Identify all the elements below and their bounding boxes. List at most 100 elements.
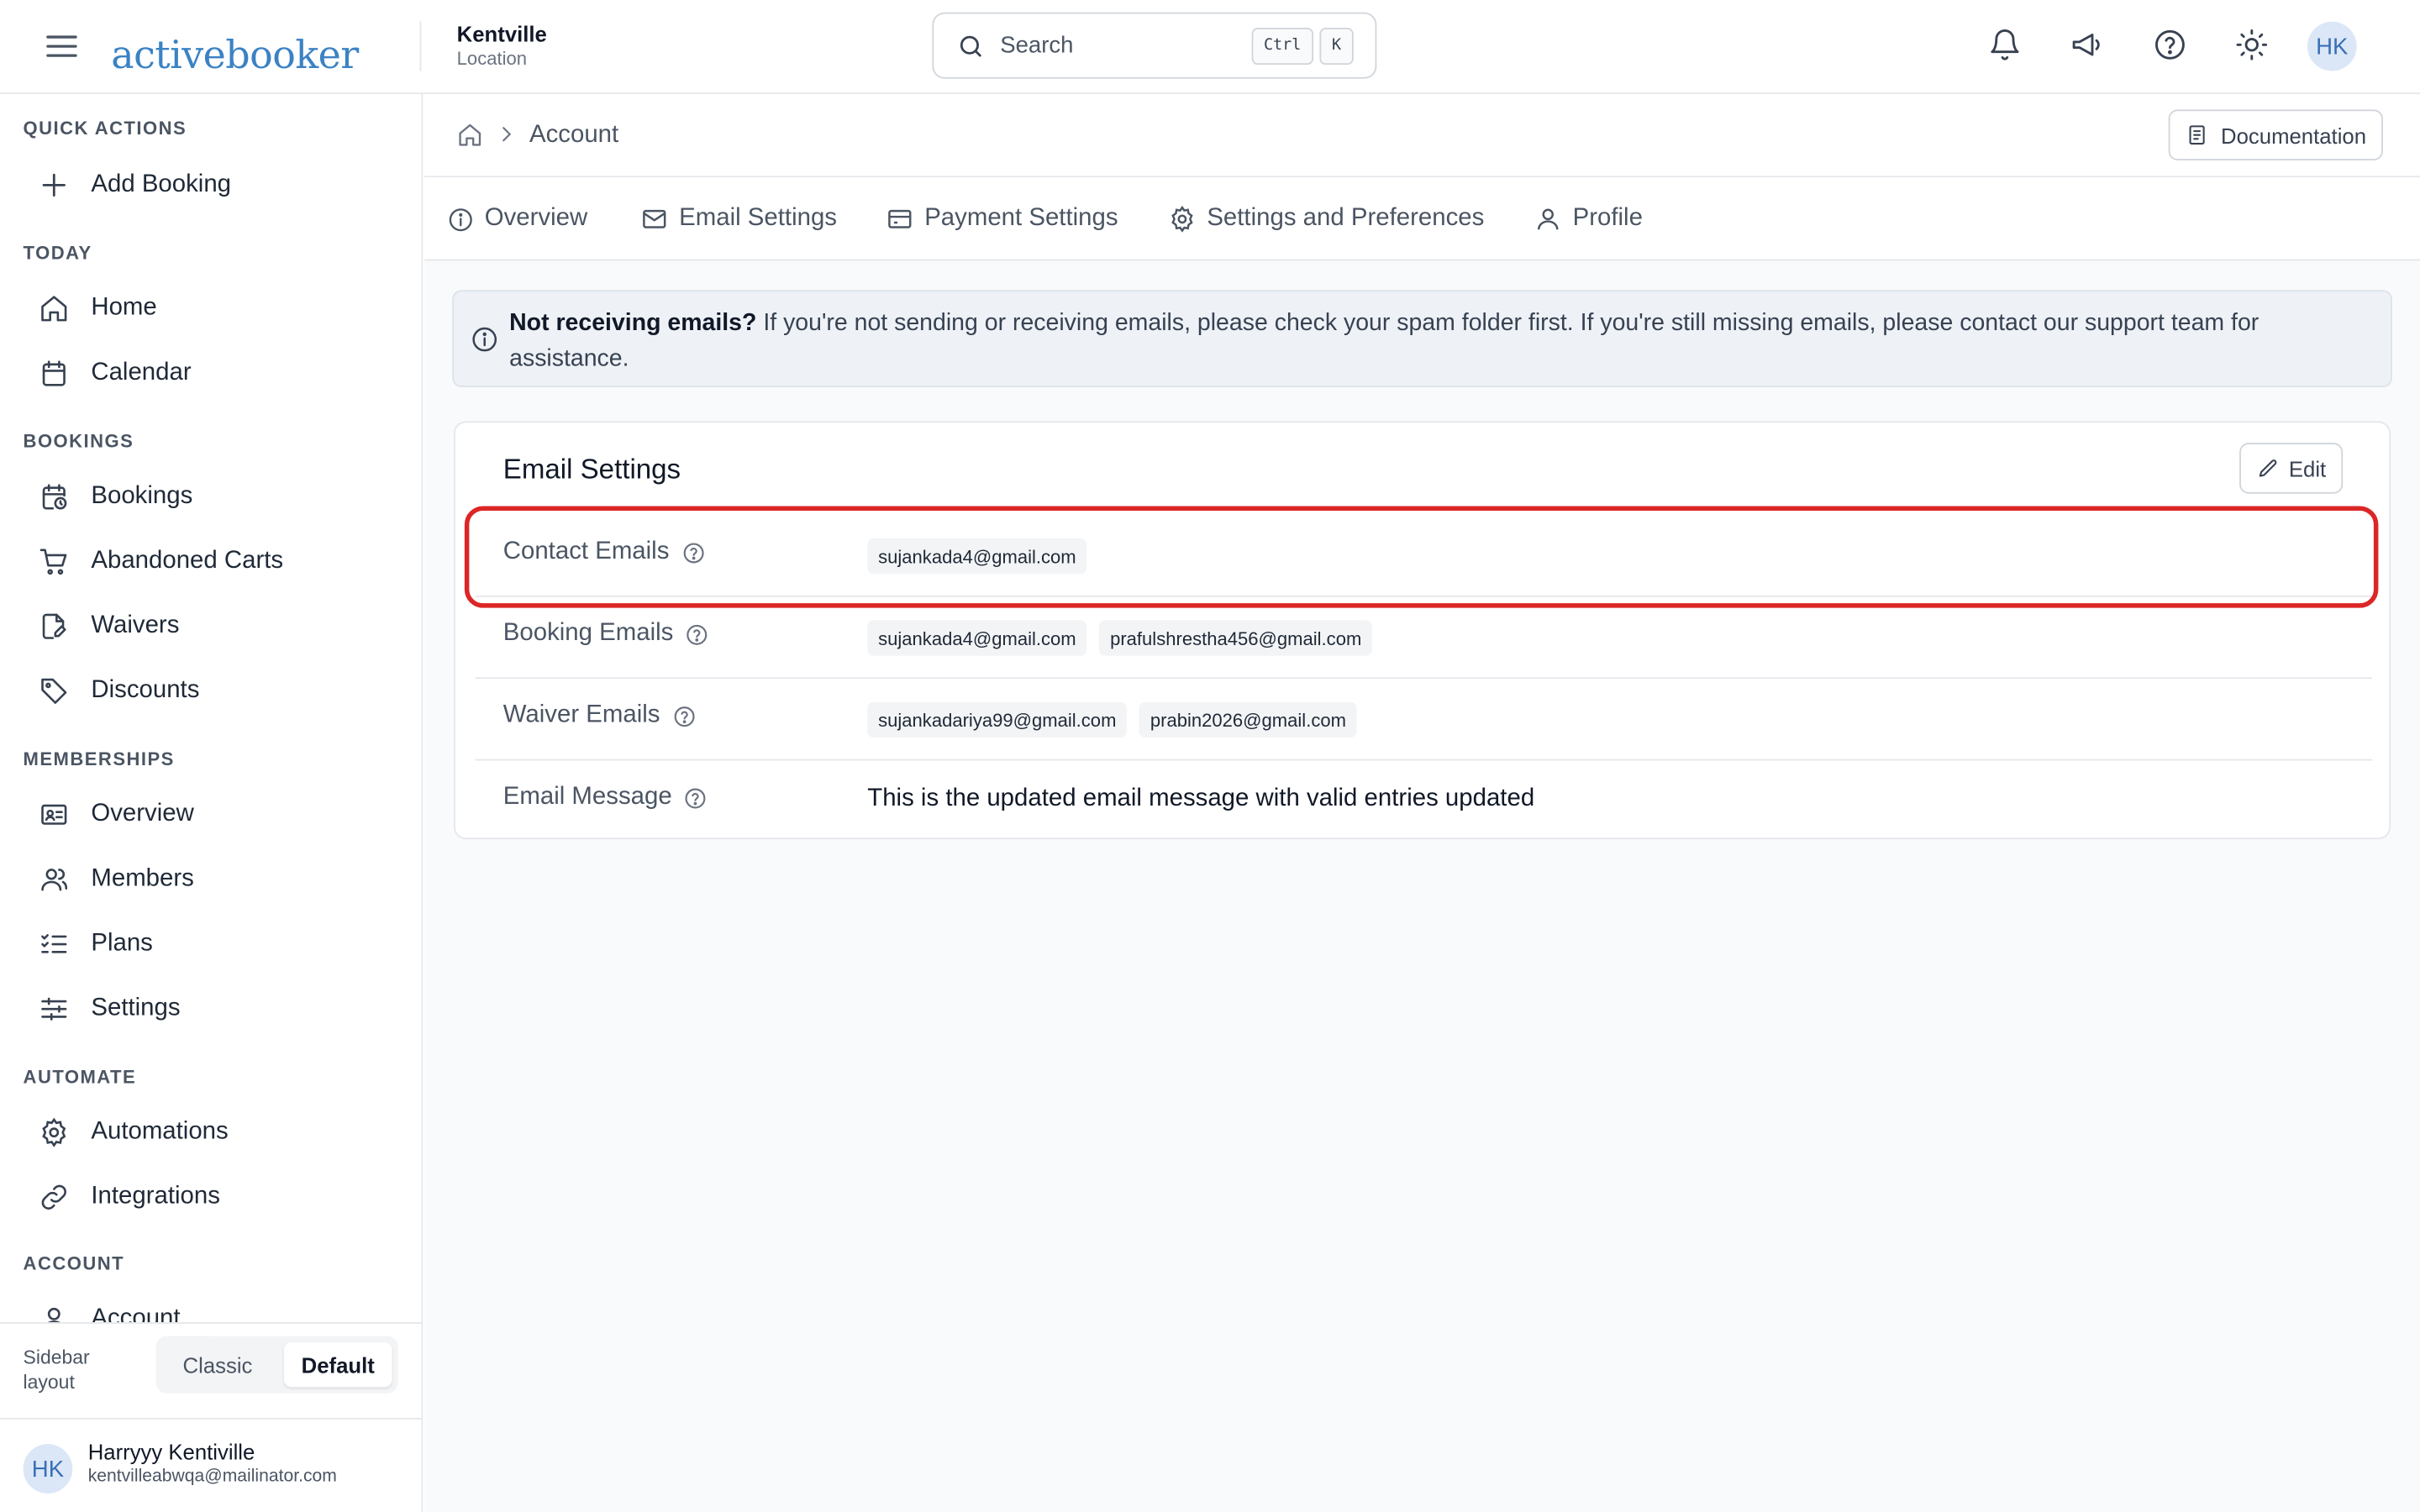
documentation-button[interactable]: Documentation [2168, 109, 2383, 161]
sidebar-item-settings[interactable]: Settings [24, 981, 400, 1037]
bell-icon[interactable] [1985, 24, 2025, 65]
sidebar-item-home[interactable]: Home [24, 281, 400, 336]
location-name[interactable]: Kentville [457, 22, 547, 46]
card-title: Email Settings [502, 454, 681, 485]
user-icon [1537, 208, 1559, 230]
tab-settings-and-preferences[interactable]: Settings and Preferences [1168, 177, 1484, 260]
tab-label: Settings and Preferences [1207, 205, 1485, 232]
sidebar-layout-toggle: Classic Default [155, 1336, 398, 1394]
search-input[interactable]: Search Ctrl K [932, 12, 1377, 79]
sidebar-layout-label: Sidebar layout [23, 1347, 90, 1394]
id-card-icon [37, 798, 71, 832]
divider [0, 1417, 422, 1420]
edit-button[interactable]: Edit [2239, 443, 2344, 494]
sidebar-item-label: Calendar [91, 359, 192, 386]
sidebar-item-waivers[interactable]: Waivers [24, 599, 400, 654]
row-label-waiver-emails: Waiver Emails [503, 702, 696, 730]
help-circle-icon[interactable] [686, 622, 709, 646]
section-title-today: TODAY [23, 242, 92, 265]
sidebar-item-label: Add Booking [91, 171, 232, 198]
row-email-message: Email Message This is the updated email … [476, 761, 2372, 843]
home-icon[interactable] [457, 122, 483, 155]
search-placeholder: Search [1000, 32, 1074, 59]
sidebar-item-members[interactable]: Members [24, 852, 400, 907]
document-icon [2189, 125, 2205, 145]
sidebar-item-add-booking[interactable]: Add Booking [24, 157, 400, 213]
sidebar-item-plans[interactable]: Plans [24, 916, 400, 972]
calendar-icon [37, 356, 71, 390]
sidebar-item-integrations[interactable]: Integrations [24, 1169, 400, 1225]
logo[interactable]: activebooker [111, 13, 359, 77]
megaphone-icon[interactable] [2066, 24, 2107, 65]
main-content: Account Documentation Overview Email Set… [424, 94, 2420, 1512]
help-circle-icon[interactable] [2150, 24, 2191, 65]
tab-label: Email Settings [679, 205, 837, 232]
menu-icon[interactable] [43, 28, 80, 65]
sidebar-item-overview[interactable]: Overview [24, 787, 400, 843]
sidebar-item-label: Abandoned Carts [91, 548, 284, 575]
cog-icon [37, 1116, 71, 1149]
email-message-value: This is the updated email message with v… [867, 785, 1535, 812]
cart-icon [37, 544, 71, 578]
email-chip: prafulshrestha456@gmail.com [1099, 620, 1373, 656]
help-circle-icon[interactable] [681, 541, 705, 564]
tab-label: Overview [484, 205, 588, 232]
info-alert: Not receiving emails? If you're not send… [452, 290, 2392, 388]
sidebar-item-label: Automations [91, 1118, 229, 1145]
plus-icon [37, 168, 71, 202]
tab-email-settings[interactable]: Email Settings [640, 177, 837, 260]
help-circle-icon[interactable] [672, 704, 696, 727]
alert-body: If you're not sending or receiving email… [509, 310, 2260, 371]
tab-overview[interactable]: Overview [448, 177, 588, 260]
email-chip: sujankada4@gmail.com [867, 620, 1087, 656]
section-title-account: ACCOUNT [23, 1252, 125, 1275]
section-title-memberships: MEMBERSHIPS [23, 748, 175, 770]
header-divider [419, 21, 422, 71]
sidebar-item-label: Overview [91, 801, 194, 827]
breadcrumb: Account Documentation [424, 94, 2420, 178]
location-subtitle: Location [456, 47, 528, 70]
sidebar-item-label: Members [91, 865, 194, 892]
user-name[interactable]: Harryyy Kentiville [88, 1440, 255, 1464]
sidebar: QUICK ACTIONS Add Booking TODAY Home Cal… [0, 94, 424, 1512]
tab-profile[interactable]: Profile [1534, 177, 1643, 260]
search-icon [960, 34, 981, 56]
help-circle-icon[interactable] [684, 786, 708, 810]
credit-card-icon [888, 209, 912, 228]
section-title-quick-actions: QUICK ACTIONS [23, 117, 187, 139]
tab-label: Payment Settings [924, 205, 1118, 232]
section-title-automate: AUTOMATE [23, 1066, 137, 1088]
user-email: kentvilleabwqa@mailinator.com [87, 1467, 337, 1486]
avatar[interactable]: HK [2307, 21, 2357, 71]
logo-text: activebooker [111, 32, 359, 77]
layout-default-button[interactable]: Default [283, 1341, 392, 1388]
row-label-email-message: Email Message [503, 784, 708, 811]
row-label-contact-emails: Contact Emails [503, 538, 705, 566]
sliders-icon [37, 992, 71, 1026]
info-icon [471, 326, 498, 361]
file-signature-icon [37, 610, 71, 643]
layout-classic-button[interactable]: Classic [162, 1342, 273, 1387]
tabs: Overview Email Settings Payment Settings… [424, 177, 2420, 261]
sidebar-item-automations[interactable]: Automations [24, 1105, 400, 1160]
alert-title: Not receiving emails? [509, 310, 757, 337]
sidebar-item-abandoned-carts[interactable]: Abandoned Carts [24, 534, 400, 590]
sidebar-footer: Sidebar layout Classic Default HK Harryy… [0, 1322, 422, 1512]
sidebar-item-label: Integrations [91, 1183, 220, 1210]
sidebar-item-calendar[interactable]: Calendar [24, 345, 400, 401]
sidebar-item-label: Bookings [91, 482, 193, 510]
tab-payment-settings[interactable]: Payment Settings [886, 177, 1118, 260]
sidebar-item-label: Discounts [91, 677, 200, 704]
sidebar-item-discounts[interactable]: Discounts [24, 664, 400, 719]
user-avatar[interactable]: HK [23, 1444, 73, 1494]
shortcut-k: K [1319, 27, 1354, 65]
alert-message: Not receiving emails? If you're not send… [509, 307, 2361, 377]
sidebar-item-bookings[interactable]: Bookings [24, 469, 400, 524]
sidebar-item-label: Home [91, 294, 157, 322]
tab-label: Profile [1572, 205, 1643, 232]
sun-icon[interactable] [2232, 24, 2272, 65]
breadcrumb-current: Account [529, 122, 619, 149]
row-waiver-emails: Waiver Emails sujankadariya99@gmail.com … [475, 679, 2373, 761]
pencil-icon [2259, 459, 2277, 477]
documentation-label: Documentation [2221, 123, 2367, 148]
